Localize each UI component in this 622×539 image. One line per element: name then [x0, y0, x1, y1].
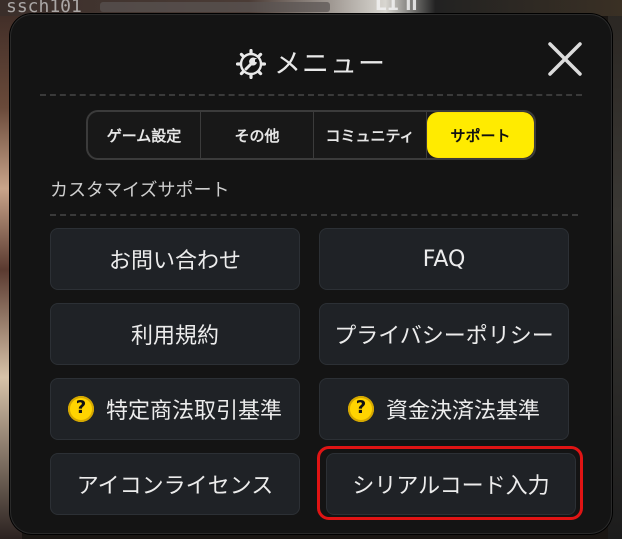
- button-label: FAQ: [422, 246, 466, 272]
- terms-button[interactable]: 利用規約: [50, 303, 300, 365]
- menu-panel: メニュー ゲーム設定 その他 コミュニティ サポート カスタマイズサポート お問…: [10, 14, 612, 534]
- question-icon: ?: [347, 396, 374, 422]
- tab-other[interactable]: その他: [201, 112, 314, 158]
- button-label: アイコンライセンス: [76, 474, 274, 499]
- close-icon: [548, 42, 582, 76]
- specified-commercial-transactions-button[interactable]: ? 特定商法取引基準: [50, 378, 300, 440]
- close-button[interactable]: [546, 40, 584, 78]
- section-title: カスタマイズサポート: [50, 180, 230, 201]
- menu-header: メニュー: [10, 14, 612, 104]
- button-label: 特定商法取引基準: [105, 399, 282, 424]
- tab-game-settings[interactable]: ゲーム設定: [88, 112, 201, 158]
- menu-title-text: メニュー: [274, 49, 386, 80]
- button-label: 資金決済法基準: [385, 399, 540, 424]
- tab-support[interactable]: サポート: [428, 113, 533, 157]
- faq-button[interactable]: FAQ: [319, 228, 569, 290]
- background-text: L1 ll: [375, 0, 418, 15]
- icon-license-button[interactable]: アイコンライセンス: [50, 453, 300, 515]
- payment-services-act-button[interactable]: ? 資金決済法基準: [319, 378, 569, 440]
- section-divider: [50, 214, 578, 216]
- menu-title: メニュー: [10, 42, 612, 86]
- button-label: シリアルコード入力: [352, 474, 550, 499]
- tab-community[interactable]: コミュニティ: [314, 112, 427, 158]
- privacy-policy-button[interactable]: プライバシーポリシー: [319, 303, 569, 365]
- contact-button[interactable]: お問い合わせ: [50, 228, 300, 290]
- menu-tabs: ゲーム設定 その他 コミュニティ サポート: [86, 110, 536, 160]
- serial-code-button[interactable]: シリアルコード入力: [326, 453, 576, 515]
- header-divider: [40, 94, 582, 96]
- wrench-gear-icon: [235, 48, 267, 86]
- question-icon: ?: [67, 396, 94, 422]
- button-label: お問い合わせ: [108, 249, 241, 274]
- button-label: プライバシーポリシー: [334, 324, 554, 349]
- button-label: 利用規約: [130, 324, 219, 349]
- background-bar: [100, 2, 330, 12]
